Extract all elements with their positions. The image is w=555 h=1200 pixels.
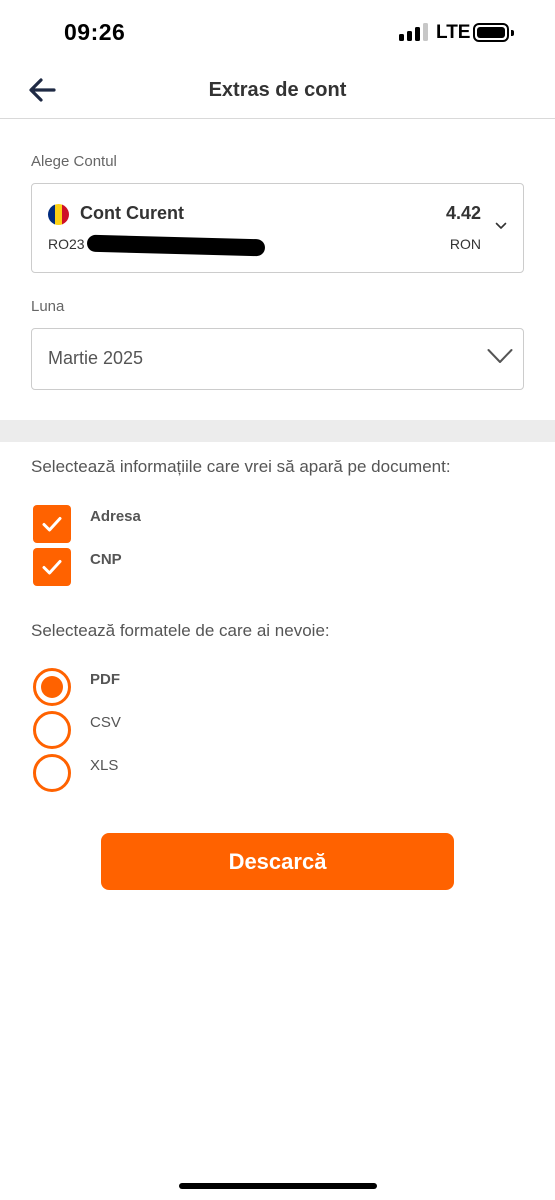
info-section-heading: Selectează informațiile care vrei să apa… [31, 457, 451, 476]
battery-icon [473, 23, 514, 42]
iban-redaction [86, 234, 266, 257]
section-divider [0, 420, 555, 442]
account-name: Cont Curent [80, 203, 184, 223]
format-section-heading: Selectează formatele de care ai nevoie: [31, 621, 330, 640]
home-indicator[interactable] [179, 1183, 377, 1189]
checkbox-adresa[interactable] [33, 505, 71, 543]
checkbox-label: Adresa [90, 508, 141, 525]
month-label: Luna [31, 298, 65, 315]
checkbox-cnp[interactable] [33, 548, 71, 586]
account-iban: RO23 [48, 236, 85, 252]
checkmark-icon [42, 517, 62, 532]
checkmark-icon [42, 560, 62, 575]
chevron-down-icon [487, 349, 513, 363]
chevron-down-icon [495, 222, 507, 229]
page-title: Extras de cont [208, 79, 347, 101]
account-balance: 4.42 [445, 203, 481, 223]
download-button[interactable]: Descarcă [101, 833, 454, 890]
month-select[interactable]: Martie 2025 [31, 328, 524, 390]
signal-icon [399, 23, 429, 41]
radio-label: XLS [90, 757, 119, 774]
radio-xls[interactable] [33, 754, 71, 792]
romania-flag-icon [48, 204, 69, 225]
month-value: Martie 2025 [48, 348, 144, 368]
header: Extras de cont [0, 64, 555, 119]
status-time: 09:26 [64, 19, 126, 45]
account-selector[interactable]: Cont Curent 4.42 RO23 RON [31, 183, 524, 273]
radio-selected-dot [41, 676, 63, 698]
radio-label: PDF [90, 671, 120, 688]
radio-csv[interactable] [33, 711, 71, 749]
status-bar: 09:26 LTE [0, 0, 555, 64]
checkbox-label: CNP [90, 551, 122, 568]
account-label: Alege Contul [31, 153, 117, 170]
radio-label: CSV [90, 714, 121, 731]
network-type: LTE [436, 22, 471, 43]
radio-pdf[interactable] [33, 668, 71, 706]
account-currency: RON [449, 236, 481, 252]
